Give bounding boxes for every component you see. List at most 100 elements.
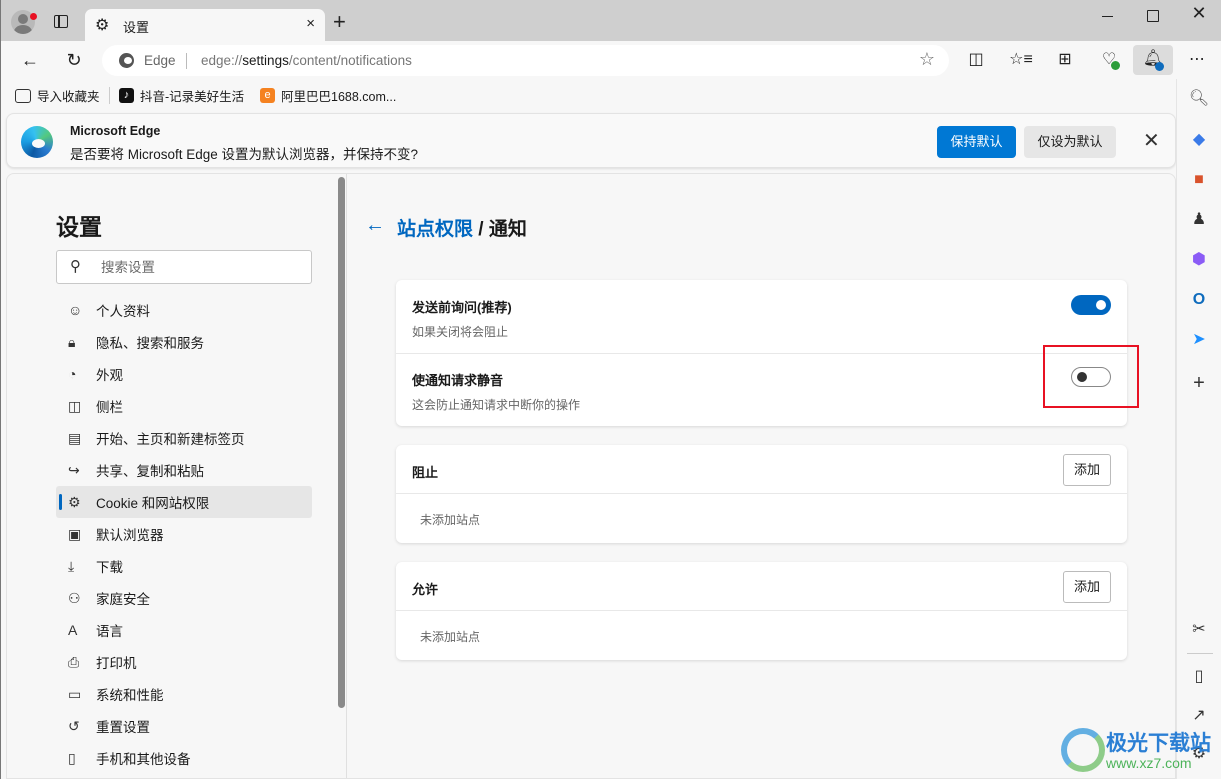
settings-nav: 设置 ⚲ ☺ 个人资料 🔒︎ 隐私、搜索和服务 ◔ 外观 ◫ 侧栏 ▤ 开始、主页和新建标… — [7, 174, 337, 778]
tab-settings[interactable]: ⚙ 设置 × — [85, 9, 325, 41]
screenshot-icon[interactable]: ✂ — [1188, 619, 1210, 641]
settings-page: 设置 ⚲ ☺ 个人资料 🔒︎ 隐私、搜索和服务 ◔ 外观 ◫ 侧栏 ▤ 开始、主页和新建标… — [6, 173, 1176, 779]
favorite-import[interactable]: 导入收藏夹 — [15, 86, 100, 105]
breadcrumb-site-permissions[interactable]: 站点权限 — [397, 219, 473, 240]
row-divider — [396, 610, 1127, 611]
favorite-douyin[interactable]: ♪ 抖音-记录美好生活 — [119, 86, 244, 105]
profile-icon: ☺ — [68, 302, 83, 318]
set-default-only-button[interactable]: 仅设为默认 — [1024, 126, 1116, 158]
gear-icon: ⚙ — [95, 17, 110, 34]
sidebar-item-cookies[interactable]: ⚙ Cookie 和网站权限 — [56, 486, 312, 518]
search-settings-input[interactable] — [101, 257, 301, 277]
sidebar-item-label: 隐私、搜索和服务 — [96, 336, 204, 351]
sidebar-item-privacy[interactable]: 🔒︎ 隐私、搜索和服务 — [56, 326, 312, 358]
browser-essentials-icon[interactable]: ♡ — [1095, 46, 1123, 74]
block-empty-text: 未添加站点 — [420, 513, 481, 527]
sidebar-item-profile[interactable]: ☺ 个人资料 — [56, 294, 312, 326]
sidebar-item-label: 手机和其他设备 — [96, 752, 191, 767]
sidebar-item-system[interactable]: ▭ 系统和性能 — [56, 678, 312, 710]
sidebar-item-sidebar[interactable]: ◫ 侧栏 — [56, 390, 312, 422]
close-infobar-icon[interactable]: ✕ — [1143, 128, 1160, 153]
watermark-logo-icon — [1061, 728, 1105, 772]
edge-sidebar: 🔍︎ ◆ ■ ♟ ⬢ O ➤ + ✂ ▯ ↗ ⚙ — [1176, 79, 1221, 779]
breadcrumb-separator: / — [473, 219, 489, 240]
search-settings-field[interactable]: ⚲ — [56, 250, 312, 284]
watermark: 极光下载站 www.xz7.com — [1061, 725, 1221, 775]
search-icon[interactable]: 🔍︎ — [1188, 88, 1210, 110]
new-tab-button[interactable]: + — [333, 9, 346, 35]
tab-title: 设置 — [123, 20, 150, 35]
alibaba-icon: e — [260, 88, 275, 103]
ask-before-sending-title: 发送前询问(推荐) — [412, 300, 512, 315]
row-divider — [396, 353, 1127, 354]
sidebar-separator — [1187, 653, 1213, 654]
send-icon[interactable]: ➤ — [1188, 329, 1210, 351]
sidebar-item-phone[interactable]: ▯ 手机和其他设备 — [56, 742, 312, 774]
allow-add-button[interactable]: 添加 — [1063, 571, 1111, 603]
notifications-button[interactable]: 🔔︎ — [1133, 45, 1173, 75]
notification-badge — [1155, 62, 1164, 71]
sidebar-item-appearance[interactable]: ◔ 外观 — [56, 358, 312, 390]
ask-before-sending-toggle[interactable] — [1071, 295, 1111, 315]
edge-icon — [119, 53, 134, 68]
palette-icon: ◔ — [68, 366, 77, 382]
address-bar[interactable]: Edge edge://settings/content/notificatio… — [102, 45, 949, 76]
quiet-requests-subtitle: 这会防止通知请求中断你的操作 — [412, 398, 581, 412]
favorite-star-icon[interactable]: ☆ — [919, 49, 935, 70]
sidebar-item-start-home[interactable]: ▤ 开始、主页和新建标签页 — [56, 422, 312, 454]
maximize-button[interactable] — [1137, 6, 1167, 26]
close-window-button[interactable]: ✕ — [1184, 3, 1214, 23]
add-sidebar-app-icon[interactable]: + — [1188, 372, 1210, 394]
sidebar-item-printers[interactable]: ⎙ 打印机 — [56, 646, 312, 678]
search-icon: ⚲ — [70, 258, 81, 275]
allow-title: 允许 — [412, 582, 439, 597]
sidebar-item-label: 重置设置 — [96, 720, 150, 735]
minimize-button[interactable] — [1093, 6, 1123, 26]
favorites-separator — [109, 87, 110, 104]
default-browser-infobar: Microsoft Edge 是否要将 Microsoft Edge 设置为默认… — [6, 113, 1176, 168]
tools-icon[interactable]: ■ — [1188, 169, 1210, 191]
games-icon[interactable]: ♟ — [1188, 209, 1210, 231]
site-label: Edge — [144, 53, 176, 68]
sidebar-item-share[interactable]: ↪ 共享、复制和粘贴 — [56, 454, 312, 486]
keep-default-button[interactable]: 保持默认 — [937, 126, 1016, 158]
back-arrow-icon[interactable]: ← — [365, 214, 385, 237]
watermark-url: www.xz7.com — [1106, 755, 1192, 771]
open-external-icon[interactable]: ↗ — [1188, 705, 1210, 727]
sidebar-item-label: Cookie 和网站权限 — [96, 496, 210, 511]
more-menu-icon[interactable]: ⋯ — [1183, 46, 1211, 74]
settings-content: ← 站点权限 / 通知 发送前询问(推荐) 如果关闭将会阻止 使通知请求静音 这… — [347, 174, 1175, 778]
scrollbar-thumb[interactable] — [338, 177, 345, 708]
annotation-highlight-box — [1043, 345, 1139, 408]
favorite-alibaba[interactable]: e 阿里巴巴1688.com... — [260, 86, 396, 105]
row-divider — [396, 493, 1127, 494]
sidebar-item-downloads[interactable]: ⤓ 下载 — [56, 550, 312, 582]
sidebar-item-label: 家庭安全 — [96, 592, 150, 607]
phone-icon: ▯ — [68, 749, 76, 766]
sidebar-item-label: 打印机 — [96, 656, 137, 671]
collections-icon[interactable]: ⊞ — [1051, 46, 1079, 74]
refresh-button[interactable]: ↻ — [59, 47, 89, 73]
infobar-title: Microsoft Edge — [70, 124, 161, 138]
split-screen-icon[interactable]: ◫ — [962, 46, 990, 74]
lock-icon: 🔒︎ — [68, 333, 76, 350]
back-button[interactable]: ← — [15, 47, 45, 73]
favorites-icon[interactable]: ☆≡ — [1007, 46, 1035, 74]
outlook-icon[interactable]: O — [1188, 289, 1210, 311]
favorite-label: 导入收藏夹 — [37, 90, 100, 104]
home-tab-icon: ▤ — [68, 429, 82, 446]
sidebar-item-language[interactable]: A 语言 — [56, 614, 312, 646]
sidebar-item-default-browser[interactable]: ▣ 默认浏览器 — [56, 518, 312, 550]
block-add-button[interactable]: 添加 — [1063, 454, 1111, 486]
url-text[interactable]: edge://settings/content/notifications — [201, 53, 412, 68]
tab-actions-icon[interactable] — [54, 15, 68, 28]
settings-title: 设置 — [56, 214, 102, 240]
close-tab-button[interactable]: × — [306, 15, 315, 32]
microsoft365-icon[interactable]: ⬢ — [1188, 249, 1210, 271]
sidebar-item-label: 外观 — [96, 368, 123, 383]
shopping-tag-icon[interactable]: ◆ — [1188, 129, 1210, 151]
sidebar-item-family[interactable]: ⚇ 家庭安全 — [56, 582, 312, 614]
hide-sidebar-icon[interactable]: ▯ — [1188, 666, 1210, 688]
sidebar-item-reset[interactable]: ↺ 重置设置 — [56, 710, 312, 742]
sidebar-icon: ◫ — [68, 397, 82, 414]
